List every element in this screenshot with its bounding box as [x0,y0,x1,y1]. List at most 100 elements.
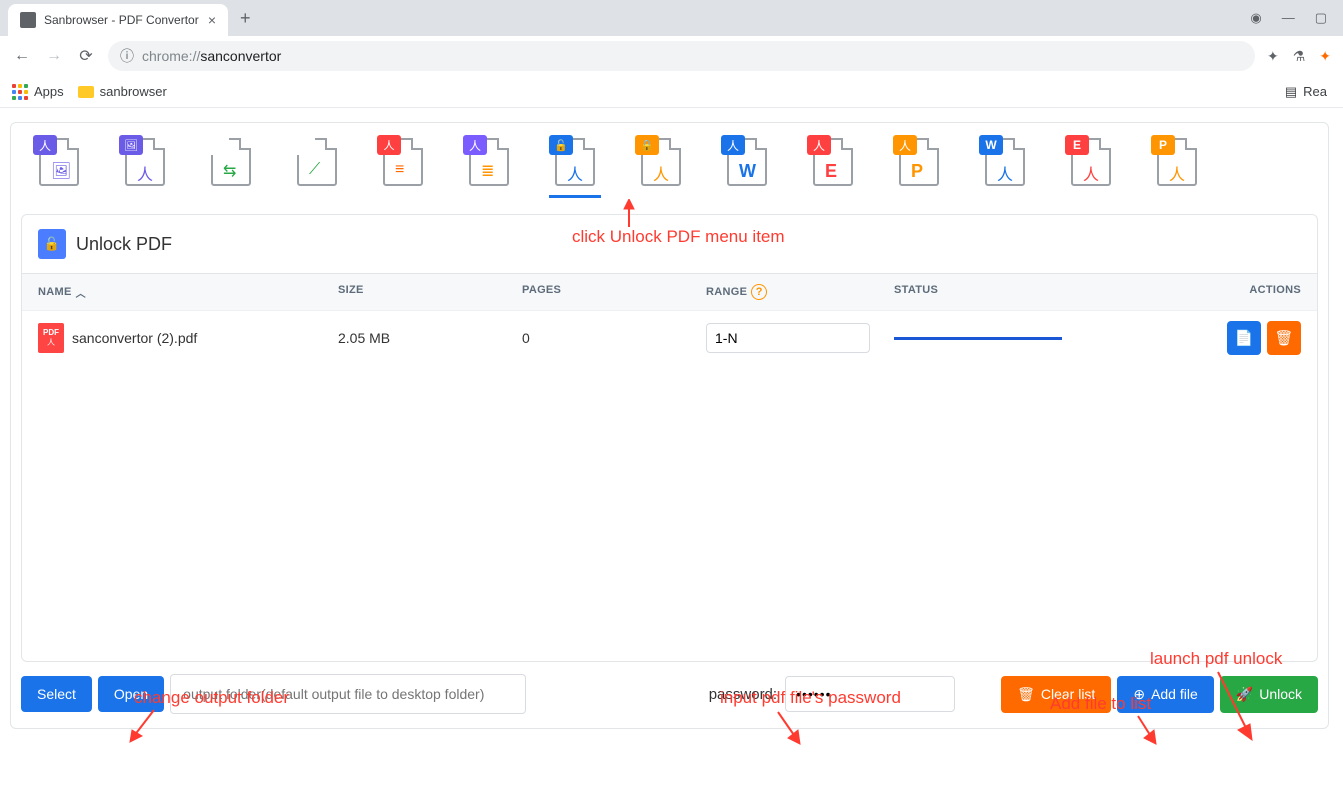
arrow-icon [1210,668,1260,744]
folder-icon [78,86,94,98]
tool-badge-icon: 人 [463,135,487,155]
col-pages[interactable]: PAGES [522,284,706,300]
tool-badge-icon: 人 [205,135,229,155]
tool-badge-icon: 人 [721,135,745,155]
select-folder-button[interactable]: Select [21,676,92,712]
range-input[interactable] [706,323,870,353]
add-file-icon: ⊕ [1133,686,1145,703]
apps-button[interactable]: Apps [12,84,64,100]
tool-badge-icon: 人 [807,135,831,155]
password-label: password: [709,686,777,703]
add-file-button[interactable]: ⊕Add file [1117,676,1213,713]
tool-badge-icon: 🔒 [635,135,659,155]
maximize-icon[interactable]: ▢ [1315,10,1327,26]
col-range[interactable]: RANGE ? [706,284,894,300]
sort-asc-icon: ︿ [76,285,86,300]
tool-rotate-pdf[interactable]: 人⟋ [291,133,343,198]
apps-grid-icon [12,84,28,100]
tool-inner-icon: 人 [997,161,1013,185]
cell-size: 2.05 MB [338,330,522,346]
browser-tab[interactable]: Sanbrowser - PDF Convertor × [8,4,228,36]
new-tab-button[interactable]: + [240,8,251,29]
reload-button[interactable]: ⟳ [76,46,96,66]
cell-name: PDF人 sanconvertor (2).pdf [38,323,338,353]
tool-protect-pdf[interactable]: 🔒人 [635,133,687,198]
extensions-icon[interactable]: ✦ [1267,48,1279,65]
flask-icon[interactable]: ⚗ [1293,48,1306,65]
tool-menu: 人🖼🖼人人⇆人⟋人≡人≣🔓人🔒人人W人E人PW人E人P人 [11,123,1328,204]
col-size[interactable]: SIZE [338,284,522,300]
tool-badge-icon: 🖼 [119,135,143,155]
tool-badge-icon: 人 [893,135,917,155]
arrow-icon [770,708,810,748]
reading-list-icon: ▤ [1285,84,1297,100]
help-icon[interactable]: ? [751,284,767,300]
progress-bar [894,337,1062,340]
unlock-pdf-icon: 🔓 [38,229,66,259]
cell-pages: 0 [522,330,706,346]
tool-pdf-to-word[interactable]: W人 [979,133,1031,198]
output-folder-input[interactable] [170,674,526,714]
tool-inner-icon: P [911,161,923,182]
row-view-button[interactable]: 📄 [1227,321,1261,355]
tool-badge-icon: 人 [291,135,315,155]
col-actions: ACTIONS [1249,284,1301,300]
table-row: PDF人 sanconvertor (2).pdf 2.05 MB 0 📄 🗑 [22,310,1317,365]
tool-inner-icon: ⇆ [223,161,236,181]
tool-word-to-pdf[interactable]: 人W [721,133,773,198]
arrow-icon [124,706,164,746]
tab-title: Sanbrowser - PDF Convertor [44,13,200,27]
tool-inner-icon: 人 [567,161,583,185]
arrow-icon [614,199,644,229]
arrow-icon [1130,712,1170,748]
avatar-icon[interactable]: ◉ [1250,10,1261,26]
col-status[interactable]: STATUS [894,284,1156,300]
url-text: chrome://sanconvertor [142,48,281,64]
tool-inner-icon: E [825,161,837,182]
tool-badge-icon: E [1065,135,1089,155]
tool-inner-icon: ⟋ [309,161,320,179]
tool-badge-icon: P [1151,135,1175,155]
tool-inner-icon: ≣ [481,161,494,181]
col-name[interactable]: NAME ︿ [38,284,338,300]
tool-ppt-to-pdf[interactable]: 人P [893,133,945,198]
clear-list-button[interactable]: 🗑Clear list [1001,676,1111,713]
section-title: 🔓 Unlock PDF [22,215,1317,273]
row-delete-button[interactable]: 🗑 [1267,321,1301,355]
close-tab-icon[interactable]: × [208,12,216,28]
tool-unlock-pdf[interactable]: 🔓人 [549,133,601,198]
tool-pdf-to-ppt[interactable]: P人 [1151,133,1203,198]
tool-pdf-to-image[interactable]: 人🖼 [33,133,85,198]
tool-badge-icon: 人 [377,135,401,155]
star-icon[interactable]: ✦ [1319,48,1331,65]
tool-image-to-pdf[interactable]: 🖼人 [119,133,171,198]
back-button[interactable]: ← [12,47,32,65]
pdf-file-icon: PDF人 [38,323,64,353]
table-header: NAME ︿ SIZE PAGES RANGE ? STATUS ACTIONS [22,273,1317,310]
password-input[interactable] [785,676,955,712]
tool-merge-pdf[interactable]: 人≡ [377,133,429,198]
cell-range [706,323,894,353]
reading-list-button[interactable]: ▤ Rea [1285,84,1327,100]
bookmark-sanbrowser[interactable]: sanbrowser [78,84,167,99]
empty-area [22,365,1317,661]
cell-status [894,337,1156,340]
tool-inner-icon: ≡ [395,161,404,179]
forward-button[interactable]: → [44,47,64,65]
minimize-icon[interactable]: — [1282,10,1295,26]
tool-inner-icon: 人 [653,161,669,185]
tool-inner-icon: 人 [137,161,153,185]
tool-badge-icon: W [979,135,1003,155]
tool-badge-icon: 🔓 [549,135,573,155]
tool-inner-icon: 人 [1083,161,1099,185]
address-bar[interactable]: ⓘ chrome://sanconvertor [108,41,1255,71]
tool-inner-icon: W [739,161,756,182]
tool-pdf-to-text[interactable]: 人≣ [463,133,515,198]
tool-excel-to-pdf[interactable]: 人E [807,133,859,198]
tool-split-pdf[interactable]: 人⇆ [205,133,257,198]
trash-icon: 🗑 [1017,686,1035,703]
tool-badge-icon: 人 [33,135,57,155]
tool-inner-icon: 人 [1169,161,1185,185]
tool-pdf-to-excel[interactable]: E人 [1065,133,1117,198]
site-info-icon[interactable]: ⓘ [120,46,134,66]
